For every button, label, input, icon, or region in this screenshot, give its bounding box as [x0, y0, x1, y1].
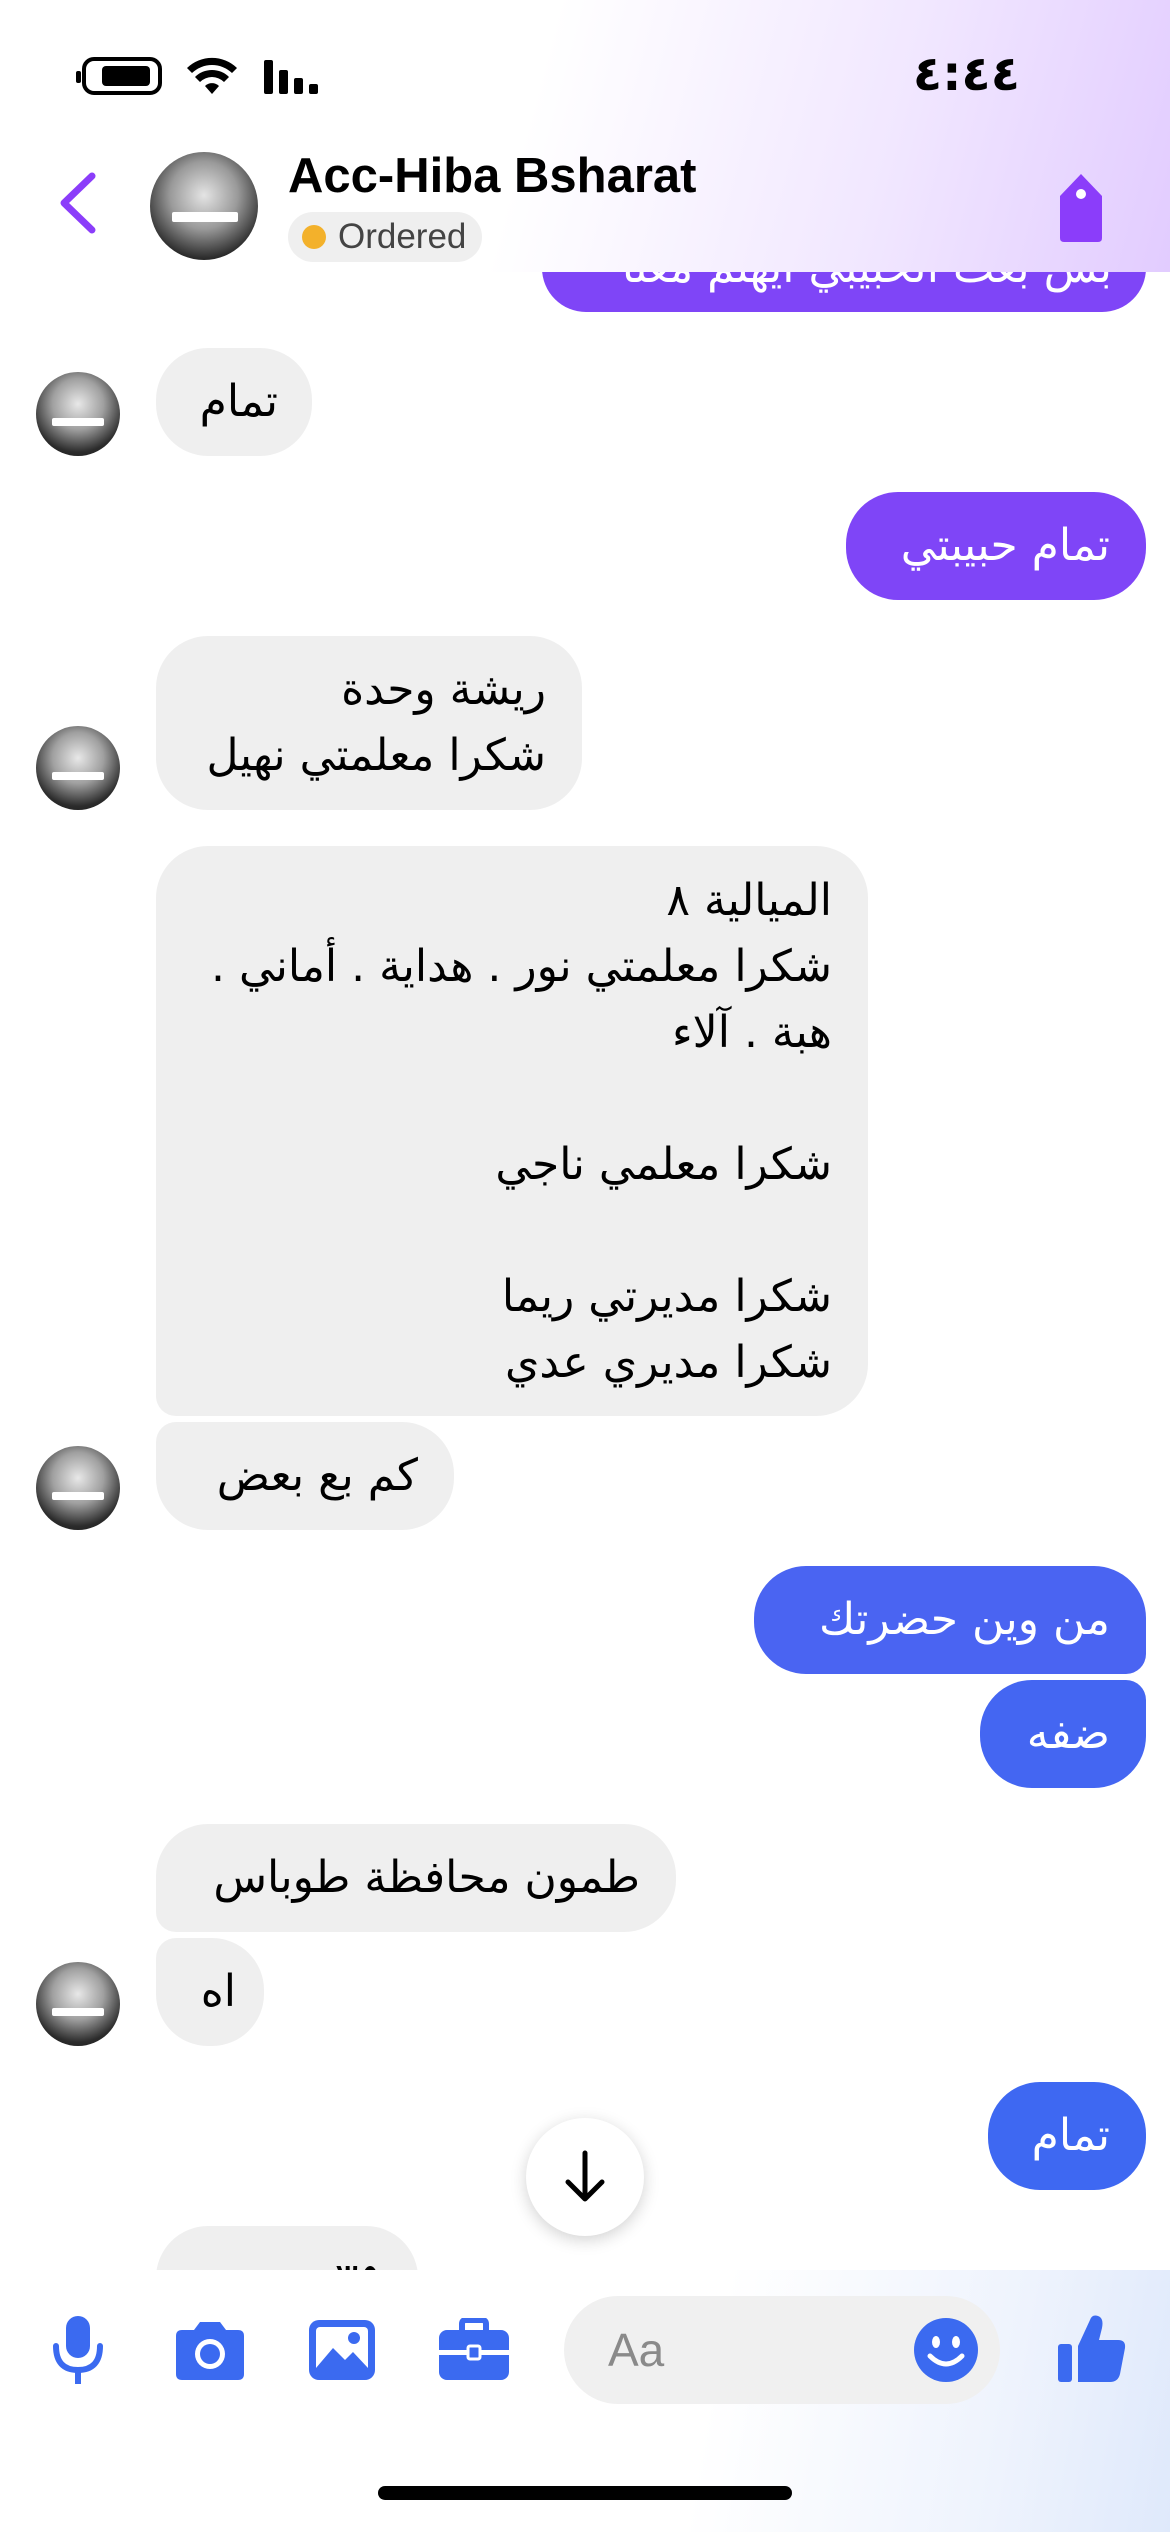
message-incoming[interactable]: ٣٥ ... — [156, 2226, 418, 2270]
emoji-icon[interactable] — [912, 2316, 980, 2384]
microphone-icon — [53, 2316, 103, 2384]
contact-name[interactable]: Acc-Hiba Bsharat — [288, 148, 696, 204]
message-composer — [0, 2270, 1170, 2532]
message-incoming[interactable]: تمام — [156, 348, 312, 456]
camera-icon — [176, 2322, 244, 2380]
message-outgoing[interactable]: ضفه — [980, 1680, 1146, 1788]
message-incoming[interactable]: ريشة وحدة شكرا معلمتي نهيل — [156, 636, 582, 810]
message-incoming[interactable]: كم بع بعض — [156, 1422, 454, 1530]
briefcase-icon — [439, 2318, 509, 2380]
contact-avatar[interactable] — [36, 1962, 120, 2046]
business-tools-button[interactable] — [434, 2310, 514, 2390]
battery-icon — [76, 57, 162, 95]
message-outgoing[interactable]: تمام — [988, 2082, 1146, 2190]
wifi-icon — [187, 57, 237, 94]
contact-avatar[interactable] — [36, 726, 120, 810]
order-status-label: Ordered — [338, 217, 467, 256]
order-status-badge[interactable]: Ordered — [288, 212, 483, 262]
message-incoming[interactable]: اه — [156, 1938, 264, 2046]
message-list[interactable]: بس بعث الحبيبي ايهتم معنا تمام تمام حبيب… — [0, 0, 1170, 2270]
signal-icon — [264, 60, 318, 94]
message-outgoing[interactable]: تمام حبيبتي — [846, 492, 1146, 600]
status-icons — [76, 56, 322, 96]
arrow-down-icon — [565, 2150, 605, 2202]
scroll-to-bottom-button[interactable] — [526, 2118, 644, 2236]
contact-avatar[interactable] — [150, 152, 258, 260]
thumbs-up-icon — [1058, 2315, 1126, 2382]
contact-avatar[interactable] — [36, 1446, 120, 1530]
like-button[interactable] — [1050, 2306, 1134, 2390]
contact-avatar[interactable] — [36, 372, 120, 456]
home-indicator — [378, 2486, 792, 2500]
tag-icon[interactable] — [1050, 170, 1112, 246]
chevron-left-icon[interactable] — [48, 168, 108, 238]
message-outgoing[interactable]: من وين حضرتك — [754, 1566, 1146, 1674]
microphone-button[interactable] — [38, 2310, 118, 2390]
camera-button[interactable] — [170, 2310, 250, 2390]
message-input[interactable] — [608, 2320, 888, 2380]
status-dot-icon — [302, 225, 326, 249]
status-time: ٤:٤٤ — [912, 46, 1020, 102]
message-incoming[interactable]: طمون محافظة طوباس — [156, 1824, 676, 1932]
message-incoming[interactable]: الميالية ٨ شكرا معلمتي نور . هداية . أما… — [156, 846, 868, 1416]
gallery-icon — [309, 2320, 375, 2380]
message-input-container[interactable] — [564, 2296, 1000, 2404]
gallery-button[interactable] — [302, 2310, 382, 2390]
chat-header: ٤:٤٤ Acc-Hiba Bsharat Ordered — [0, 0, 1170, 272]
